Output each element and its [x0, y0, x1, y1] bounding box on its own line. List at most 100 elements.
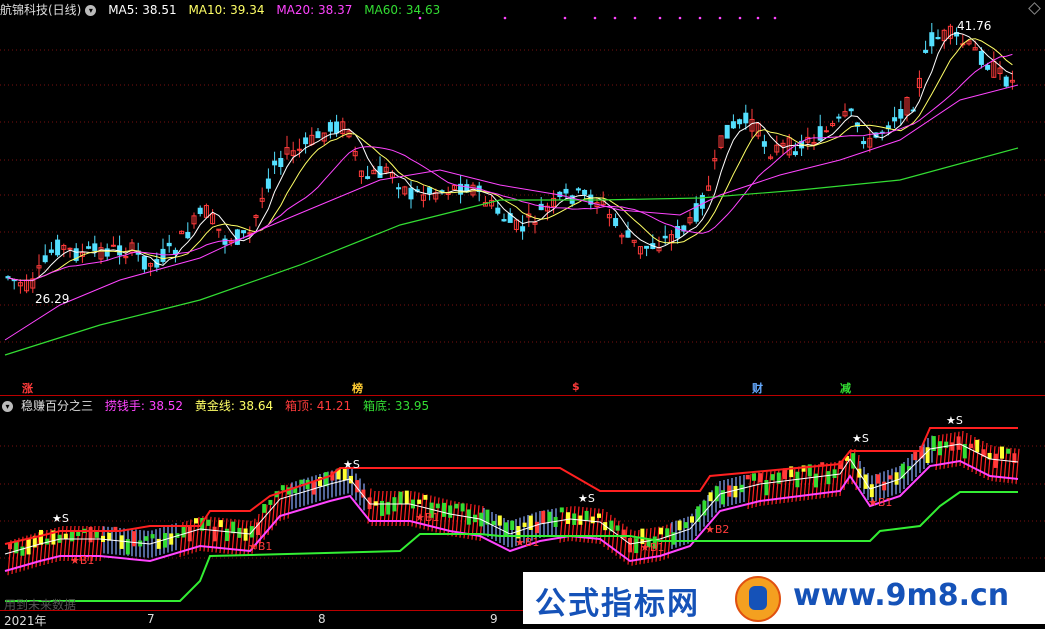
candle-body [861, 141, 867, 145]
main-chart-pane[interactable]: 41.76 26.29 航锦科技(日线) ▾ MA5: 38.51 MA10: 39… [0, 0, 1045, 395]
indicator-bar [491, 520, 496, 525]
indicator-bar [243, 528, 248, 541]
ma10-value: MA10: 39.34 [188, 3, 265, 17]
indicator-bar [280, 485, 285, 491]
indicator-bar [225, 528, 229, 542]
indicator-bar [882, 481, 887, 491]
indicator-bar [299, 479, 304, 485]
candle-body [644, 245, 650, 249]
indicator-bar [20, 546, 25, 556]
candle-body [141, 256, 147, 270]
stock-title: 航锦科技(日线) [0, 3, 82, 17]
signal-dot [738, 16, 742, 20]
indicator-bar [417, 499, 422, 504]
indicator-bar [169, 533, 174, 545]
indicator-bar [733, 485, 738, 498]
candle-body [978, 50, 984, 65]
indicator-bar [132, 531, 136, 547]
indicator-bar [156, 538, 161, 549]
candlestick-chart[interactable]: 41.76 26.29 [0, 0, 1045, 395]
indicator-bar [262, 504, 267, 513]
signal-dot [503, 16, 507, 20]
indicator-bar [1006, 448, 1011, 454]
candle-body [737, 119, 743, 125]
indicator-bar [826, 471, 831, 485]
indicator-bar [212, 526, 217, 542]
candle-body [377, 166, 383, 178]
indicator-bar [584, 510, 589, 521]
candle-body [743, 112, 749, 124]
signal-label: ★B1 [70, 554, 94, 567]
logo-icon [735, 576, 781, 622]
indicator-bar [677, 520, 682, 531]
chevron-down-icon[interactable]: ▾ [85, 5, 97, 16]
indicator-bar [690, 516, 694, 523]
candle-body [110, 244, 116, 247]
candle-body [892, 117, 898, 122]
indicator-bar [634, 538, 639, 554]
indicator-bar [547, 511, 552, 522]
indicator-bar [206, 519, 211, 526]
event-tag[interactable]: 减 [840, 380, 851, 396]
indicator-bar [398, 491, 403, 505]
event-tag[interactable]: $ [572, 380, 580, 393]
indicator-bar [510, 520, 515, 531]
event-tag[interactable]: 财 [752, 380, 763, 396]
indicator-bar [541, 510, 546, 524]
indicator-bar [615, 525, 620, 531]
indicator-bar [76, 531, 81, 537]
candle-body [55, 239, 61, 256]
indicator-bar [938, 441, 942, 456]
event-tag[interactable]: 榜 [352, 380, 363, 396]
watermark-right: www.9m8.cn [793, 578, 1010, 613]
candle-body [848, 108, 854, 112]
xiangdi-value: 箱底: 33.95 [362, 399, 430, 413]
signal-dot [756, 16, 760, 20]
ma20-value: MA20: 38.37 [276, 3, 353, 17]
signal-label: ★B1 [868, 496, 892, 509]
indicator-bar [70, 531, 74, 542]
candle-body [582, 189, 588, 195]
chevron-down-icon[interactable]: ▾ [2, 401, 13, 412]
indicator-bar [88, 527, 93, 543]
xiangding-value: 箱顶: 41.21 [284, 399, 352, 413]
indicator-bar [454, 503, 459, 509]
indicator-bar [380, 500, 384, 516]
candle-body [662, 235, 668, 239]
indicator-bar [119, 535, 124, 549]
indicator-bar [324, 472, 329, 487]
indicator-bar [752, 473, 756, 481]
signal-dot [678, 16, 682, 20]
candle-body [823, 130, 829, 133]
indicator-bar [993, 453, 998, 468]
candle-body [396, 187, 402, 190]
indicator-bar [150, 534, 155, 539]
indicator-bar [522, 522, 527, 528]
candle-body [222, 238, 228, 245]
candle-body [48, 249, 54, 253]
candle-body [241, 230, 247, 234]
indicator-bar [448, 505, 453, 518]
candle-body [327, 122, 333, 132]
ma5-line [7, 32, 1013, 282]
event-tag[interactable]: 涨 [22, 380, 33, 396]
high-price-label: 41.76 [957, 19, 991, 33]
indicator-bar [231, 521, 236, 534]
indicator-bar [745, 474, 750, 480]
x-axis-label: 7 [147, 612, 155, 626]
candle-body [724, 124, 730, 139]
candle-body [42, 255, 48, 263]
x-axis-label: 2021年 [4, 614, 47, 628]
ma5-value: MA5: 38.51 [108, 3, 177, 17]
indicator-bar [814, 473, 818, 488]
x-axis-label: 9 [490, 612, 498, 626]
candle-body [501, 219, 507, 222]
low-price-label: 26.29 [35, 292, 69, 306]
indicator-bar [770, 474, 775, 481]
indicator-bar [373, 501, 378, 506]
indicator-bar [181, 525, 186, 538]
signal-label: ★S [52, 512, 69, 525]
indicator-bar [442, 502, 446, 517]
signal-label: ★B1 [515, 536, 539, 549]
candle-body [898, 108, 904, 119]
